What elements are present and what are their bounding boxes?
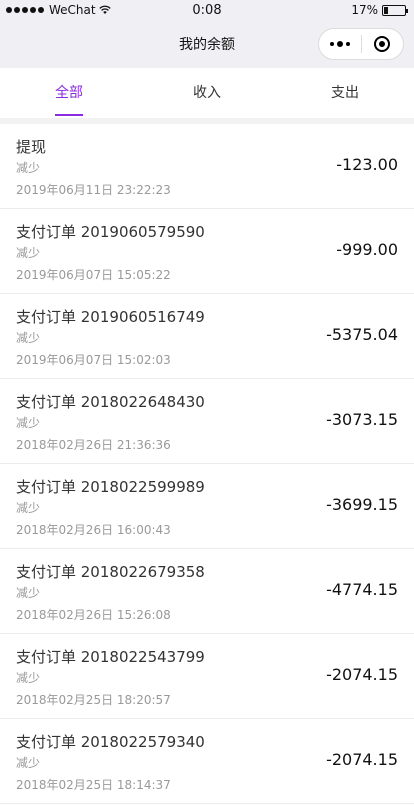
transaction-time: 2018年02月26日 21:36:36 <box>16 438 171 452</box>
close-icon <box>374 36 391 52</box>
tab-expense-label: 支出 <box>331 85 359 101</box>
nav-bar: 我的余额 <box>0 22 414 68</box>
transaction-type: 减少 <box>16 501 41 515</box>
active-tab-indicator <box>55 114 83 116</box>
more-icon <box>329 41 352 47</box>
transaction-time: 2018年02月26日 16:00:43 <box>16 523 171 537</box>
list-item[interactable]: 支付订单 2018022543799 减少 2018年02月25日 18:20:… <box>0 634 414 719</box>
transaction-type: 减少 <box>16 416 41 430</box>
list-item[interactable]: 支付订单 2018022599989 减少 2018年02月26日 16:00:… <box>0 464 414 549</box>
transaction-amount: -123.00 <box>336 155 398 174</box>
battery-icon <box>382 4 408 16</box>
close-button[interactable] <box>362 29 403 59</box>
transaction-amount: -2074.15 <box>326 665 398 684</box>
transaction-type: 减少 <box>16 671 41 685</box>
tab-all-label: 全部 <box>55 85 83 101</box>
list-item[interactable]: 支付订单 2019060516749 减少 2019年06月07日 15:02:… <box>0 294 414 379</box>
tab-bar: 全部 收入 支出 <box>0 68 414 118</box>
transaction-amount: -5375.04 <box>326 325 398 344</box>
transaction-amount: -2074.15 <box>326 750 398 769</box>
transaction-title: 支付订单 2018022579340 <box>16 733 205 751</box>
tab-income-label: 收入 <box>193 85 221 101</box>
list-item[interactable]: 支付订单 2018022579340 减少 2018年02月25日 18:14:… <box>0 719 414 804</box>
tab-expense[interactable]: 支出 <box>276 68 414 118</box>
transaction-type: 减少 <box>16 756 41 770</box>
transaction-time: 2018年02月25日 18:14:37 <box>16 778 171 792</box>
transaction-time: 2018年02月25日 18:20:57 <box>16 693 171 707</box>
status-bar: WeChat 0:08 17% <box>0 0 414 22</box>
list-item[interactable]: 支付订单 2019060579590 减少 2019年06月07日 15:05:… <box>0 209 414 294</box>
transaction-amount: -3699.15 <box>326 495 398 514</box>
transaction-time: 2018年02月26日 15:26:08 <box>16 608 171 622</box>
tab-all[interactable]: 全部 <box>0 68 138 118</box>
transaction-time: 2019年06月11日 23:22:23 <box>16 183 171 197</box>
status-right: 17% <box>351 3 408 17</box>
more-button[interactable] <box>319 29 361 59</box>
transaction-title: 支付订单 2018022679358 <box>16 563 205 581</box>
tab-income[interactable]: 收入 <box>138 68 276 118</box>
transaction-type: 减少 <box>16 586 41 600</box>
transaction-title: 支付订单 2018022543799 <box>16 648 205 666</box>
list-item[interactable]: 支付订单 2018022648430 减少 2018年02月26日 21:36:… <box>0 379 414 464</box>
transaction-list: 提现 减少 2019年06月11日 23:22:23 -123.00 支付订单 … <box>0 124 414 804</box>
battery-percent: 17% <box>351 3 378 17</box>
transaction-title: 支付订单 2019060579590 <box>16 223 205 241</box>
transaction-title: 支付订单 2018022648430 <box>16 393 205 411</box>
transaction-type: 减少 <box>16 246 41 260</box>
mini-program-capsule <box>318 28 404 60</box>
transaction-amount: -999.00 <box>336 240 398 259</box>
transaction-type: 减少 <box>16 161 41 175</box>
transaction-time: 2019年06月07日 15:05:22 <box>16 268 171 282</box>
transaction-title: 提现 <box>16 138 47 156</box>
transaction-title: 支付订单 2019060516749 <box>16 308 205 326</box>
transaction-amount: -4774.15 <box>326 580 398 599</box>
transaction-time: 2019年06月07日 15:02:03 <box>16 353 171 367</box>
list-item[interactable]: 提现 减少 2019年06月11日 23:22:23 -123.00 <box>0 124 414 209</box>
transaction-title: 支付订单 2018022599989 <box>16 478 205 496</box>
list-item[interactable]: 支付订单 2018022679358 减少 2018年02月26日 15:26:… <box>0 549 414 634</box>
transaction-type: 减少 <box>16 331 41 345</box>
transaction-amount: -3073.15 <box>326 410 398 429</box>
